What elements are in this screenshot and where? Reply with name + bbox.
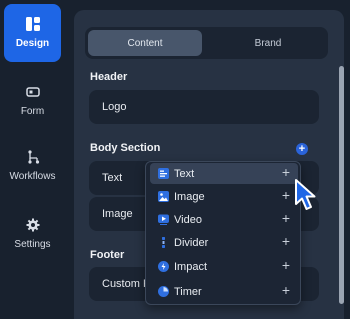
plus-icon[interactable]: +: [282, 257, 290, 273]
mouse-cursor-icon: [295, 179, 316, 210]
sidebar-item-form[interactable]: Form: [4, 72, 61, 130]
panel-scrollbar[interactable]: [339, 66, 344, 304]
menu-item-impact[interactable]: Impact +: [150, 256, 298, 277]
plus-icon[interactable]: +: [282, 282, 290, 298]
workflow-icon: [27, 150, 39, 164]
sidebar-item-label: Design: [15, 38, 50, 49]
gear-icon: [26, 218, 39, 232]
body-section-title: Body Section: [90, 142, 161, 154]
menu-item-text[interactable]: Text +: [150, 163, 298, 184]
footer-section-title: Footer: [90, 249, 125, 261]
tab-content[interactable]: Content: [88, 30, 202, 56]
tab-bar: Content Brand: [85, 27, 328, 59]
plus-icon[interactable]: +: [282, 210, 290, 226]
sidebar: Design Form Workflows Settings: [0, 0, 66, 319]
form-icon: [25, 87, 40, 97]
layout-icon: [25, 17, 40, 31]
menu-item-label: Image: [174, 190, 205, 203]
header-section-title: Header: [90, 71, 128, 83]
menu-item-label: Video: [174, 213, 202, 226]
video-icon: [158, 214, 169, 225]
impact-icon: [158, 261, 169, 272]
timer-icon: [158, 286, 169, 297]
plus-icon[interactable]: +: [282, 187, 290, 203]
sidebar-item-workflows[interactable]: Workflows: [4, 137, 61, 195]
menu-item-label: Timer: [174, 285, 202, 298]
tab-brand[interactable]: Brand: [211, 30, 325, 56]
menu-item-divider[interactable]: Divider +: [150, 232, 298, 253]
sidebar-item-label: Workflows: [9, 171, 56, 182]
menu-item-timer[interactable]: Timer +: [150, 281, 298, 302]
menu-item-label: Divider: [174, 236, 209, 249]
menu-item-label: Text: [174, 167, 195, 180]
header-field-logo[interactable]: Logo: [89, 90, 319, 124]
sidebar-item-label: Settings: [14, 239, 51, 250]
sidebar-item-settings[interactable]: Settings: [4, 205, 61, 263]
divider-icon: [162, 237, 165, 248]
menu-item-video[interactable]: Video +: [150, 209, 298, 230]
sidebar-item-label: Form: [20, 106, 45, 117]
add-block-button[interactable]: +: [296, 143, 308, 155]
add-block-menu: Text + Image + Video + Divider + Impact …: [145, 161, 301, 305]
image-icon: [158, 191, 169, 202]
menu-item-image[interactable]: Image +: [150, 186, 298, 207]
plus-icon[interactable]: +: [282, 164, 290, 180]
menu-item-label: Impact: [174, 260, 208, 273]
text-icon: [158, 168, 169, 179]
sidebar-item-design[interactable]: Design: [4, 4, 61, 62]
plus-icon[interactable]: +: [282, 233, 290, 249]
